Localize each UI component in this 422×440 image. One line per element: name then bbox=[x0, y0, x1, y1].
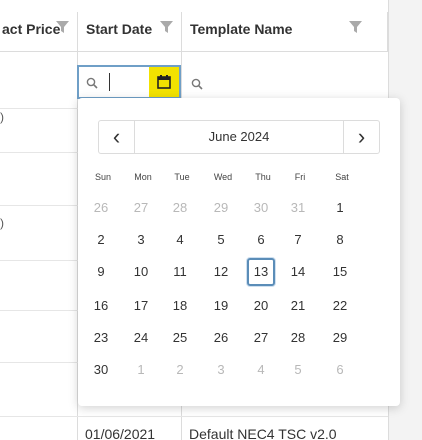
calendar-day[interactable]: 19 bbox=[207, 292, 235, 320]
chevron-right-icon: › bbox=[357, 124, 366, 149]
calendar-day[interactable]: 22 bbox=[326, 292, 354, 320]
row-divider bbox=[0, 205, 78, 206]
weekday-header: Wed bbox=[213, 172, 233, 182]
calendar-day-selected[interactable]: 13 bbox=[247, 258, 275, 286]
weekday-header: Sun bbox=[94, 172, 111, 182]
header-divider bbox=[0, 51, 388, 52]
calendar-day[interactable]: 4 bbox=[166, 226, 194, 254]
next-month-button[interactable]: › bbox=[343, 121, 379, 153]
previous-month-button[interactable]: ‹ bbox=[99, 121, 135, 153]
calendar-day[interactable]: 21 bbox=[284, 292, 312, 320]
row-divider bbox=[0, 416, 388, 417]
template-name-cell: Default NEC4 TSC v2.0 bbox=[189, 426, 337, 440]
column-header-label: Start Date bbox=[86, 21, 153, 37]
search-icon[interactable] bbox=[191, 78, 203, 90]
row-divider bbox=[0, 260, 78, 261]
calendar-day[interactable]: 28 bbox=[166, 194, 194, 222]
cell-fragment: ) bbox=[0, 216, 4, 230]
calendar-day[interactable]: 31 bbox=[284, 194, 312, 222]
calendar-day[interactable]: 4 bbox=[247, 356, 275, 384]
calendar-toggle-button[interactable] bbox=[149, 67, 179, 97]
calendar-day[interactable]: 27 bbox=[247, 324, 275, 352]
calendar-day[interactable]: 23 bbox=[87, 324, 115, 352]
search-icon bbox=[86, 77, 98, 89]
calendar-day[interactable]: 10 bbox=[127, 258, 155, 286]
calendar-day[interactable]: 29 bbox=[207, 194, 235, 222]
calendar-day[interactable]: 25 bbox=[166, 324, 194, 352]
weekday-header: Fri bbox=[294, 172, 306, 182]
filter-icon[interactable] bbox=[349, 21, 362, 33]
calendar-day[interactable]: 5 bbox=[284, 356, 312, 384]
row-divider bbox=[0, 362, 78, 363]
calendar-day[interactable]: 9 bbox=[87, 258, 115, 286]
calendar-day[interactable]: 26 bbox=[207, 324, 235, 352]
calendar-day[interactable]: 8 bbox=[326, 226, 354, 254]
calendar-day[interactable]: 14 bbox=[284, 258, 312, 286]
column-header-label: Template Name bbox=[190, 21, 293, 37]
calendar-day[interactable]: 2 bbox=[87, 226, 115, 254]
calendar-day[interactable]: 15 bbox=[326, 258, 354, 286]
calendar-day[interactable]: 18 bbox=[166, 292, 194, 320]
calendar-day[interactable]: 16 bbox=[87, 292, 115, 320]
text-caret bbox=[109, 73, 110, 91]
weekday-header: Mon bbox=[134, 172, 152, 182]
weekday-header: Tue bbox=[174, 172, 190, 182]
calendar-day[interactable]: 24 bbox=[127, 324, 155, 352]
calendar-day[interactable]: 6 bbox=[247, 226, 275, 254]
calendar-day[interactable]: 3 bbox=[207, 356, 235, 384]
calendar-day[interactable]: 1 bbox=[326, 194, 354, 222]
row-divider bbox=[0, 152, 78, 153]
month-title[interactable]: June 2024 bbox=[135, 121, 343, 153]
calendar-day[interactable]: 17 bbox=[127, 292, 155, 320]
calendar-header: ‹ June 2024 › bbox=[98, 120, 380, 154]
calendar-day[interactable]: 2 bbox=[166, 356, 194, 384]
start-date-cell: 01/06/2021 bbox=[85, 426, 156, 440]
calendar-day[interactable]: 30 bbox=[87, 356, 115, 384]
calendar-day[interactable]: 30 bbox=[247, 194, 275, 222]
calendar-day[interactable]: 12 bbox=[207, 258, 235, 286]
column-header-label: act Price bbox=[2, 21, 61, 37]
row-divider bbox=[0, 310, 78, 311]
calendar-day[interactable]: 11 bbox=[166, 258, 194, 286]
calendar-day[interactable]: 28 bbox=[284, 324, 312, 352]
cell-fragment: ) bbox=[0, 110, 4, 124]
date-picker-popup: ‹ June 2024 › Sun Mon Tue Wed Thu Fri Sat 26 27… bbox=[78, 98, 400, 406]
calendar-day[interactable]: 1 bbox=[127, 356, 155, 384]
calendar-day[interactable]: 6 bbox=[326, 356, 354, 384]
calendar-day[interactable]: 29 bbox=[326, 324, 354, 352]
calendar-day[interactable]: 26 bbox=[87, 194, 115, 222]
calendar-icon bbox=[157, 75, 171, 89]
chevron-left-icon: ‹ bbox=[112, 124, 121, 149]
weekday-header: Sat bbox=[335, 172, 349, 182]
calendar-day[interactable]: 27 bbox=[127, 194, 155, 222]
calendar-day[interactable]: 20 bbox=[247, 292, 275, 320]
calendar-day[interactable]: 3 bbox=[127, 226, 155, 254]
weekday-header: Thu bbox=[255, 172, 271, 182]
filter-icon[interactable] bbox=[56, 21, 69, 33]
filter-icon[interactable] bbox=[160, 21, 173, 33]
calendar-day[interactable]: 5 bbox=[207, 226, 235, 254]
calendar-day[interactable]: 7 bbox=[284, 226, 312, 254]
